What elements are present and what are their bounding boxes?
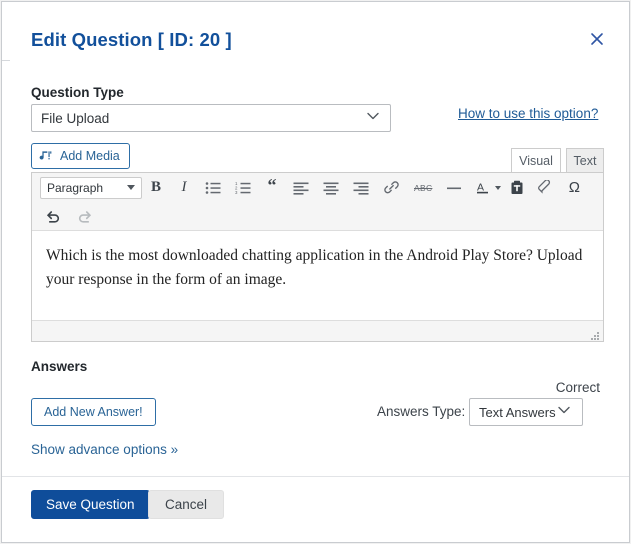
strikethrough-icon[interactable]: ABC [408,175,438,201]
editor-content-area[interactable]: Which is the most downloaded chatting ap… [32,232,603,320]
cancel-button[interactable]: Cancel [148,490,225,519]
editor-toolbar-row-1: Paragraph B I 123 “ ABC A Ω [32,173,588,202]
resize-handle[interactable] [590,328,600,340]
svg-text:3: 3 [235,190,238,195]
page-title: Edit Question [ ID: 20 ] [31,29,232,50]
format-select-wrapper: Paragraph [32,176,142,199]
editor-toolbar: Paragraph B I 123 “ ABC A Ω [32,173,603,231]
align-left-icon[interactable] [287,175,315,201]
undo-icon[interactable] [39,204,68,230]
svg-text:A: A [477,182,484,194]
paragraph-format-select[interactable]: Paragraph [40,176,142,199]
save-question-button[interactable]: Save Question [31,490,150,519]
blockquote-icon[interactable]: “ [259,175,285,201]
paste-as-text-icon[interactable] [504,175,530,201]
tab-visual[interactable]: Visual [511,148,561,172]
align-right-icon[interactable] [347,175,375,201]
editor-toolbar-row-2 [32,202,100,231]
media-icon [39,149,54,164]
tab-text[interactable]: Text [566,148,604,172]
chevron-down-icon[interactable] [495,185,502,190]
bold-icon[interactable]: B [143,175,169,201]
show-advance-options-link[interactable]: Show advance options » [31,442,178,457]
question-text: Which is the most downloaded chatting ap… [46,247,583,289]
editor-statusbar [32,320,603,341]
horizontal-rule-icon[interactable] [440,175,468,201]
edit-question-modal: Edit Question [ ID: 20 ] Question Type F… [1,1,630,543]
tab-text-label: Text [573,153,597,168]
tab-visual-label: Visual [519,153,553,168]
answers-type-label: Answers Type: [377,404,466,419]
how-to-use-link[interactable]: How to use this option? [458,106,598,121]
bulleted-list-icon[interactable] [199,175,227,201]
answers-type-select[interactable]: Text Answers [469,398,583,426]
correct-label: Correct [555,380,600,395]
link-icon[interactable] [377,175,406,201]
clear-formatting-icon[interactable] [532,175,559,201]
rich-text-editor: Paragraph B I 123 “ ABC A Ω Which is the… [31,172,604,342]
modal-header: Edit Question [ ID: 20 ] [2,2,629,61]
add-new-answer-button[interactable]: Add New Answer! [31,398,156,426]
text-color-icon[interactable]: A [470,175,496,201]
question-type-label: Question Type [31,85,124,100]
answers-heading: Answers [31,359,88,374]
add-media-button[interactable]: Add Media [31,143,130,169]
numbered-list-icon[interactable]: 123 [229,175,257,201]
align-center-icon[interactable] [317,175,345,201]
special-character-icon[interactable]: Ω [561,175,587,201]
footer-divider [2,476,629,477]
header-divider [2,60,10,61]
redo-icon[interactable] [70,204,99,230]
question-type-select[interactable]: File Upload [31,104,391,132]
add-media-label: Add Media [60,148,120,163]
italic-icon[interactable]: I [171,175,197,201]
close-icon[interactable] [589,31,607,49]
